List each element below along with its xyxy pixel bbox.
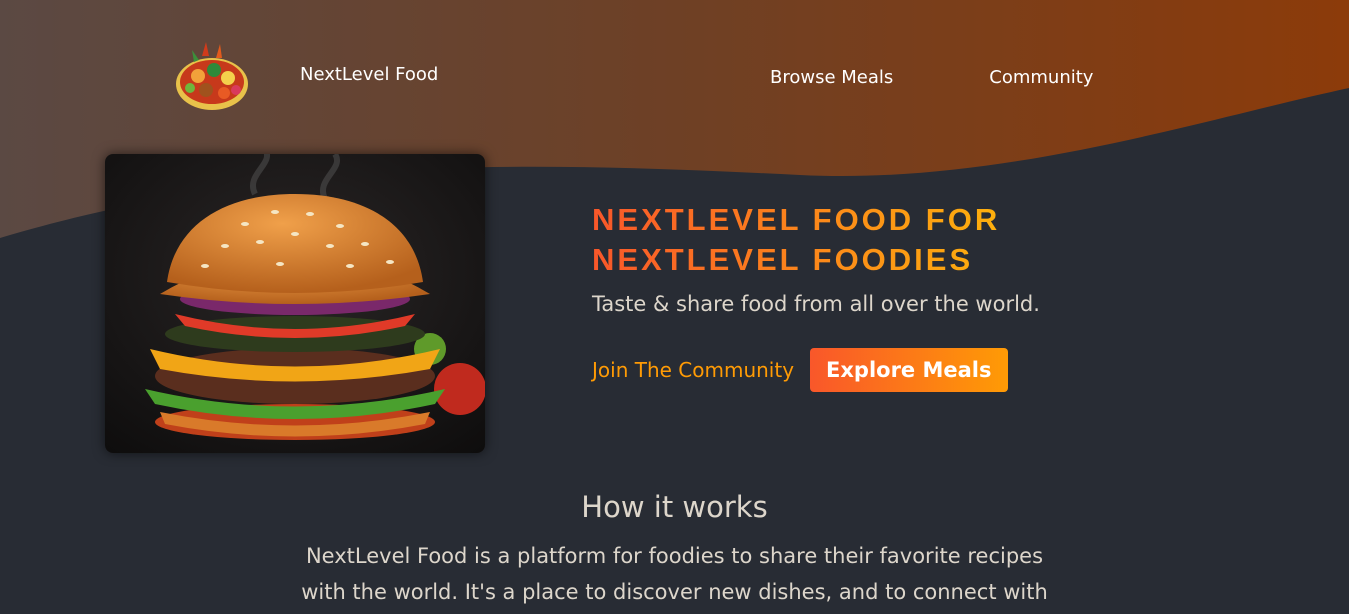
explore-meals-button[interactable]: Explore Meals xyxy=(810,348,1008,392)
food-platter-icon xyxy=(176,42,248,110)
logo-link[interactable] xyxy=(172,38,252,114)
main-nav: Browse Meals Community xyxy=(770,67,1093,88)
hero-subtitle: Taste & share food from all over the wor… xyxy=(592,292,1040,316)
hero-section: NEXTLEVEL FOOD FOR NEXTLEVEL FOODIES Tas… xyxy=(592,200,1112,392)
how-it-works-text: NextLevel Food is a platform for foodies… xyxy=(301,544,1048,604)
burger-photo xyxy=(105,154,485,453)
nav-browse-meals[interactable]: Browse Meals xyxy=(770,67,893,88)
brand-name[interactable]: NextLevel Food xyxy=(300,64,438,85)
hero-cta-row: Join The Community Explore Meals xyxy=(592,348,1112,392)
nav-community[interactable]: Community xyxy=(989,67,1093,88)
join-community-link[interactable]: Join The Community xyxy=(592,358,794,382)
how-it-works-section: How it works NextLevel Food is a platfor… xyxy=(0,490,1349,610)
hero-title: NEXTLEVEL FOOD FOR NEXTLEVEL FOODIES xyxy=(592,200,1112,280)
how-it-works-title: How it works xyxy=(581,490,768,524)
main-header: NextLevel Food Browse Meals Community xyxy=(0,0,1349,150)
